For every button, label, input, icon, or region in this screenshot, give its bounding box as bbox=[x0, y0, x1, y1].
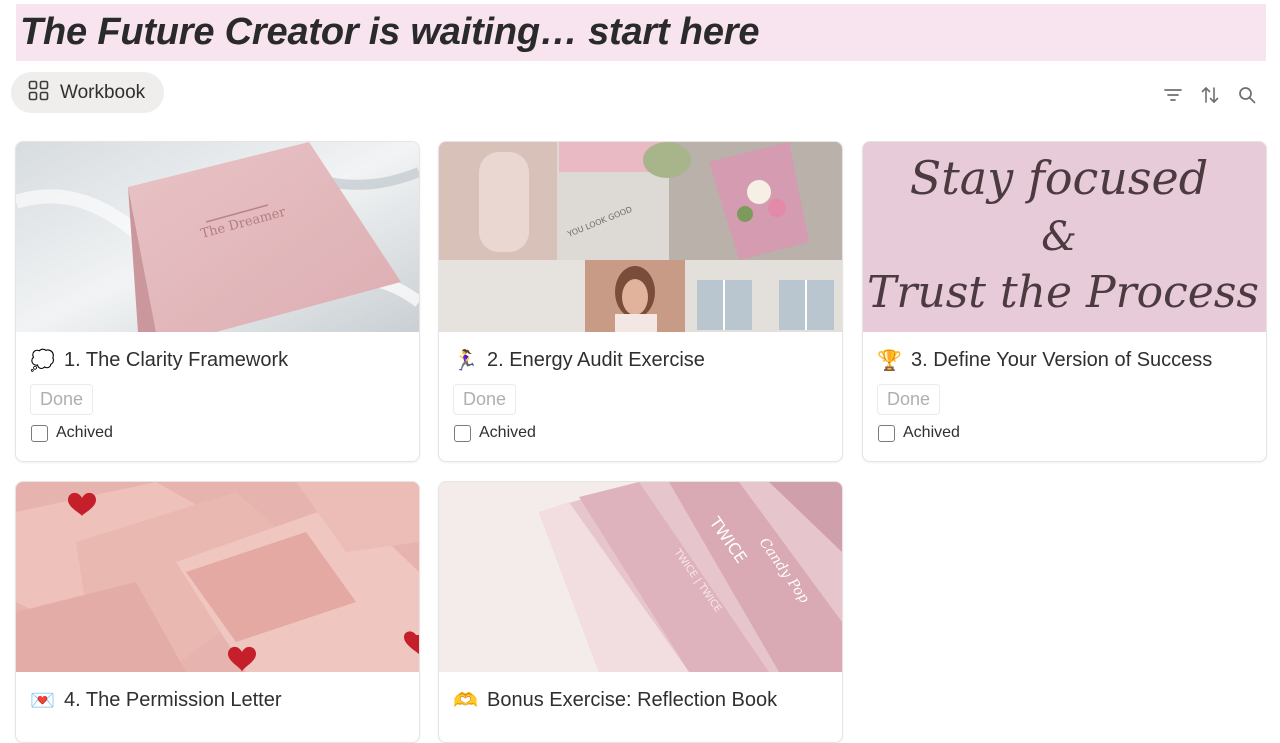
sort-icon[interactable] bbox=[1199, 84, 1221, 106]
achived-checkbox[interactable] bbox=[31, 424, 48, 442]
view-toolbar bbox=[1162, 84, 1258, 106]
card-title: 🏃‍♀️ 2. Energy Audit Exercise bbox=[453, 348, 842, 373]
card-cover-image bbox=[16, 482, 419, 672]
card-title-text: Bonus Exercise: Reflection Book bbox=[487, 689, 778, 711]
cover-line-1: Stay focused bbox=[910, 151, 1208, 205]
thought-bubble-icon: 💭 bbox=[30, 350, 55, 372]
gallery-card[interactable]: TWICE Candy Pop TWICE | TWICE 🫶 Bonus Ex… bbox=[438, 481, 843, 743]
achived-checkbox-row[interactable]: Achived bbox=[454, 424, 842, 442]
gallery-card[interactable]: Stay focused & Trust the Process 🏆 3. De… bbox=[862, 141, 1267, 462]
cover-line-3: Trust the Process bbox=[867, 267, 1259, 318]
search-icon[interactable] bbox=[1236, 84, 1258, 106]
status-badge: Done bbox=[877, 384, 941, 415]
checkbox-label: Achived bbox=[56, 424, 113, 441]
heart-hands-icon: 🫶 bbox=[453, 690, 478, 712]
checkbox-label: Achived bbox=[479, 424, 536, 441]
status-badge: Done bbox=[453, 384, 517, 415]
tab-label: Workbook bbox=[60, 81, 146, 103]
card-title-text: 3. Define Your Version of Success bbox=[911, 349, 1213, 371]
page-header-banner: The Future Creator is waiting… start her… bbox=[16, 4, 1266, 61]
filter-icon[interactable] bbox=[1162, 84, 1184, 106]
card-cover-image: The Dreamer bbox=[16, 142, 419, 332]
card-title: 💌 4. The Permission Letter bbox=[30, 688, 419, 713]
card-cover-image: YOU LOOK GOOD bbox=[439, 142, 842, 332]
gallery-card[interactable]: 💌 4. The Permission Letter bbox=[15, 481, 420, 743]
page-title: The Future Creator is waiting… start her… bbox=[20, 11, 760, 53]
achived-checkbox[interactable] bbox=[454, 424, 471, 442]
achived-checkbox-row[interactable]: Achived bbox=[31, 424, 419, 442]
gallery-grid-icon bbox=[28, 80, 49, 106]
card-title-text: 2. Energy Audit Exercise bbox=[487, 349, 705, 371]
tab-workbook[interactable]: Workbook bbox=[11, 72, 164, 113]
checkbox-label: Achived bbox=[903, 424, 960, 441]
cover-line-2: & bbox=[1041, 214, 1077, 260]
card-title: 🫶 Bonus Exercise: Reflection Book bbox=[453, 688, 842, 713]
card-title-text: 1. The Clarity Framework bbox=[64, 349, 289, 371]
love-letter-icon: 💌 bbox=[30, 690, 55, 712]
gallery-card[interactable]: YOU LOOK GOOD 🏃‍♀️ 2. Energy Audit Exerc… bbox=[438, 141, 843, 462]
achived-checkbox[interactable] bbox=[878, 424, 895, 442]
card-title: 🏆 3. Define Your Version of Success bbox=[877, 348, 1266, 373]
card-title-text: 4. The Permission Letter bbox=[64, 689, 282, 711]
card-cover-image: Stay focused & Trust the Process bbox=[863, 142, 1266, 332]
achived-checkbox-row[interactable]: Achived bbox=[878, 424, 1266, 442]
runner-icon: 🏃‍♀️ bbox=[453, 350, 478, 372]
trophy-icon: 🏆 bbox=[877, 350, 902, 372]
card-title: 💭 1. The Clarity Framework bbox=[30, 348, 419, 373]
gallery-card[interactable]: The Dreamer 💭 1. The Clarity Framework D… bbox=[15, 141, 420, 462]
status-badge: Done bbox=[30, 384, 94, 415]
card-cover-image: TWICE Candy Pop TWICE | TWICE bbox=[439, 482, 842, 672]
